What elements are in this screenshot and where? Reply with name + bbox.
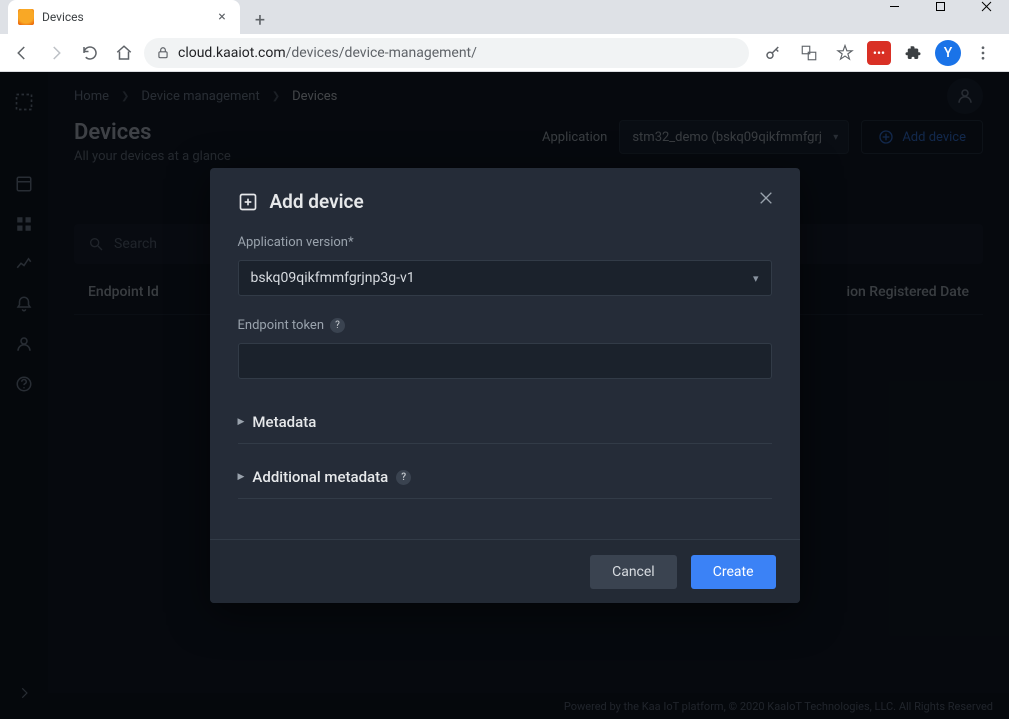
- home-button[interactable]: [110, 39, 138, 67]
- lock-icon: [156, 46, 170, 60]
- reload-button[interactable]: [76, 39, 104, 67]
- bookmark-star-icon[interactable]: [831, 39, 859, 67]
- key-icon[interactable]: [759, 39, 787, 67]
- endpoint-token-input[interactable]: [238, 343, 772, 379]
- address-bar[interactable]: cloud.kaaiot.com/devices/device-manageme…: [144, 38, 749, 68]
- forward-button[interactable]: [42, 39, 70, 67]
- metadata-section-toggle[interactable]: ▶ Metadata: [238, 399, 772, 444]
- create-button[interactable]: Create: [691, 555, 776, 589]
- app-version-label: Application version*: [238, 235, 772, 250]
- profile-avatar[interactable]: Y: [935, 40, 961, 66]
- close-tab-icon[interactable]: ×: [214, 9, 230, 25]
- cancel-button[interactable]: Cancel: [590, 555, 677, 589]
- minimize-window-icon[interactable]: [871, 0, 917, 21]
- browser-tab[interactable]: Devices ×: [8, 0, 240, 34]
- caret-right-icon: ▶: [238, 472, 245, 482]
- extensions-puzzle-icon[interactable]: [899, 39, 927, 67]
- help-icon[interactable]: ?: [396, 470, 411, 485]
- additional-metadata-section-toggle[interactable]: ▶ Additional metadata ?: [238, 454, 772, 499]
- help-icon[interactable]: ?: [330, 318, 345, 333]
- extension-lastpass-icon[interactable]: •••: [867, 41, 891, 65]
- url-text: cloud.kaaiot.com/devices/device-manageme…: [178, 45, 477, 61]
- close-modal-button[interactable]: [752, 184, 780, 212]
- back-button[interactable]: [8, 39, 36, 67]
- browser-menu-icon[interactable]: [969, 39, 997, 67]
- modal-title: Add device: [270, 190, 364, 213]
- app-version-select[interactable]: bskq09qikfmmfgrjnp3g-v1: [238, 260, 772, 296]
- endpoint-token-label: Endpoint token ?: [238, 318, 772, 333]
- close-window-icon[interactable]: [963, 0, 1009, 21]
- tab-strip: Devices × +: [0, 0, 1009, 34]
- add-device-modal: Add device Application version* bskq09qi…: [210, 168, 800, 603]
- modal-overlay[interactable]: Add device Application version* bskq09qi…: [0, 72, 1009, 719]
- caret-right-icon: ▶: [238, 417, 245, 427]
- page-content: Home ❯ Device management ❯ Devices Devic…: [0, 72, 1009, 719]
- maximize-window-icon[interactable]: [917, 0, 963, 21]
- favicon-icon: [18, 9, 34, 25]
- new-tab-button[interactable]: +: [246, 6, 274, 34]
- add-box-icon: [238, 192, 258, 212]
- tab-title: Devices: [42, 10, 206, 24]
- translate-icon[interactable]: [795, 39, 823, 67]
- browser-toolbar: cloud.kaaiot.com/devices/device-manageme…: [0, 34, 1009, 72]
